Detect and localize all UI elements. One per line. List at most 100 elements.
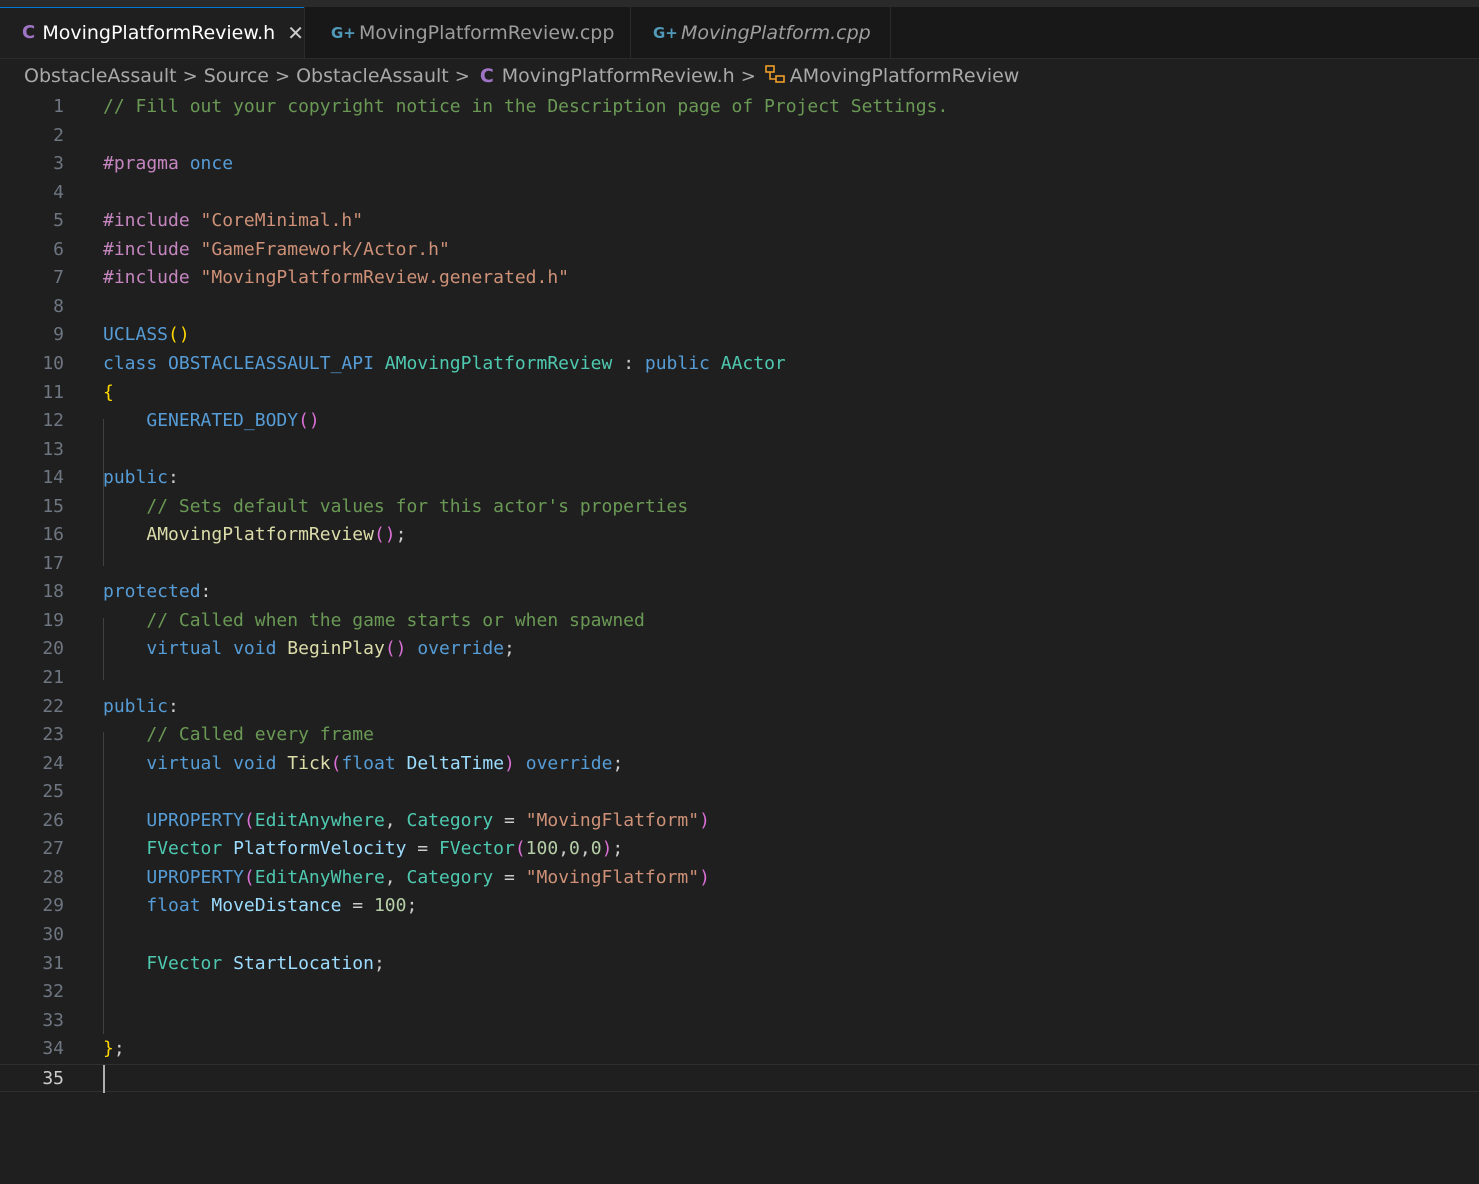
code-line[interactable]: 27 FVector PlatformVelocity = FVector(10… [0, 835, 1479, 864]
code-token: UCLASS [103, 324, 169, 346]
code-line[interactable]: 25 [0, 778, 1479, 807]
code-line[interactable]: 15 // Sets default values for this actor… [0, 493, 1479, 522]
line-number: 33 [42, 1009, 64, 1031]
line-number: 23 [42, 724, 64, 746]
close-icon[interactable]: ✕ [287, 21, 304, 45]
code-token: ) [699, 866, 710, 888]
code-line[interactable]: 21 [0, 664, 1479, 693]
line-number: 9 [53, 324, 64, 346]
line-number: 16 [42, 524, 64, 546]
breadcrumb-item-file[interactable]: MovingPlatformReview.h [502, 65, 735, 87]
code-text: // Sets default values for this actor's … [103, 493, 688, 522]
code-line[interactable]: 13 [0, 436, 1479, 465]
tab-label: MovingPlatformReview.h [42, 21, 276, 44]
code-text: // Called when the game starts or when s… [103, 607, 645, 636]
code-token: , [579, 838, 591, 860]
line-number: 25 [42, 781, 64, 803]
code-token: "MovingFlatform" [525, 866, 700, 888]
breadcrumb-item-obstacleassault-folder[interactable]: ObstacleAssault [296, 65, 449, 87]
code-token: AMovingPlatformReview [384, 352, 613, 374]
code-line[interactable]: 4 [0, 179, 1479, 208]
code-line[interactable]: 2 [0, 122, 1479, 151]
code-line[interactable]: 11 { [0, 379, 1479, 408]
code-line[interactable]: 18 protected: [0, 578, 1479, 607]
tab-moving-platform-review-h[interactable]: C MovingPlatformReview.h ✕ [0, 7, 305, 58]
line-number: 29 [42, 895, 64, 917]
line-number: 8 [53, 295, 64, 317]
code-line[interactable]: 8 [0, 293, 1479, 322]
code-line[interactable]: 32 [0, 978, 1479, 1007]
code-token: ; [373, 952, 385, 974]
line-number: 26 [42, 809, 64, 831]
tab-moving-platform-review-cpp[interactable]: G+ MovingPlatformReview.cpp [305, 7, 631, 58]
code-token: ; [612, 752, 624, 774]
code-editor[interactable]: 1 // Fill out your copyright notice in th… [0, 92, 1479, 1184]
line-number: 17 [42, 552, 64, 574]
code-line[interactable]: 6 #include "GameFramework/Actor.h" [0, 236, 1479, 265]
code-line[interactable]: 30 [0, 921, 1479, 950]
code-text: #include "GameFramework/Actor.h" [103, 236, 450, 265]
code-text: protected: [103, 578, 211, 607]
code-token: AActor [720, 352, 786, 374]
line-number: 15 [42, 495, 64, 517]
code-line[interactable]: 35 [0, 1063, 1479, 1093]
tab-moving-platform-cpp[interactable]: G+ MovingPlatform.cpp [631, 7, 891, 58]
code-token: FVector [146, 838, 223, 860]
line-number: 4 [53, 181, 64, 203]
code-token: ( [514, 838, 526, 860]
line-number: 19 [42, 609, 64, 631]
code-line[interactable]: 7 #include "MovingPlatformReview.generate… [0, 264, 1479, 293]
breadcrumb-item-source[interactable]: Source [204, 65, 269, 87]
code-token: AMovingPlatformReview [146, 524, 374, 546]
code-token: #include [103, 267, 190, 289]
code-token: = [406, 838, 439, 860]
code-line[interactable]: 3 #pragma once [0, 150, 1479, 179]
code-line[interactable]: 26 UPROPERTY(EditAnywhere, Category = "M… [0, 807, 1479, 836]
breadcrumb-item-obstacleassault[interactable]: ObstacleAssault [24, 65, 177, 87]
code-line[interactable]: 19 // Called when the game starts or whe… [0, 607, 1479, 636]
breadcrumb-item-class[interactable]: AMovingPlatformReview [790, 65, 1020, 87]
code-token: 100 [373, 895, 407, 917]
code-line[interactable]: 1 // Fill out your copyright notice in th… [0, 93, 1479, 122]
code-token: void [233, 752, 277, 774]
code-line[interactable]: 34}; [0, 1035, 1479, 1064]
code-line[interactable]: 33 [0, 1007, 1479, 1036]
code-token: // Called every frame [146, 724, 374, 746]
code-line[interactable]: 23 // Called every frame [0, 721, 1479, 750]
code-text: UCLASS() [103, 321, 190, 350]
code-token: "CoreMinimal.h" [200, 210, 364, 232]
code-line[interactable]: 14 public: [0, 464, 1479, 493]
line-number: 34 [42, 1038, 64, 1060]
code-line[interactable]: 29 float MoveDistance = 100; [0, 892, 1479, 921]
code-token: public [644, 352, 710, 374]
code-line[interactable]: 28 UPROPERTY(EditAnyWhere, Category = "M… [0, 864, 1479, 893]
code-line[interactable]: 17 [0, 550, 1479, 579]
code-line[interactable]: 20 virtual void BeginPlay() override; [0, 635, 1479, 664]
code-token: // Sets default values for this actor's … [146, 495, 689, 517]
code-line[interactable]: 5 #include "CoreMinimal.h" [0, 207, 1479, 236]
code-line[interactable]: 9 UCLASS() [0, 321, 1479, 350]
code-token: FVector [438, 838, 515, 860]
code-line[interactable]: 10 class OBSTACLEASSAULT_API AMovingPlatf… [0, 350, 1479, 379]
code-token: EditAnywhere [254, 809, 385, 831]
title-strip [0, 0, 1479, 7]
code-token: override [417, 638, 505, 660]
line-number: 11 [42, 381, 64, 403]
code-line[interactable]: 12 GENERATED_BODY() [0, 407, 1479, 436]
code-line[interactable]: 22 public: [0, 693, 1479, 722]
c-file-icon: C [479, 65, 494, 87]
code-token: , [384, 866, 407, 888]
code-line[interactable]: 31 FVector StartLocation; [0, 950, 1479, 979]
line-number: 28 [42, 866, 64, 888]
code-line[interactable]: 24 virtual void Tick(float DeltaTime) ov… [0, 750, 1479, 779]
code-line[interactable]: 16 AMovingPlatformReview(); [0, 521, 1479, 550]
code-token: virtual [146, 638, 223, 660]
chevron-right-icon: > [740, 65, 756, 87]
